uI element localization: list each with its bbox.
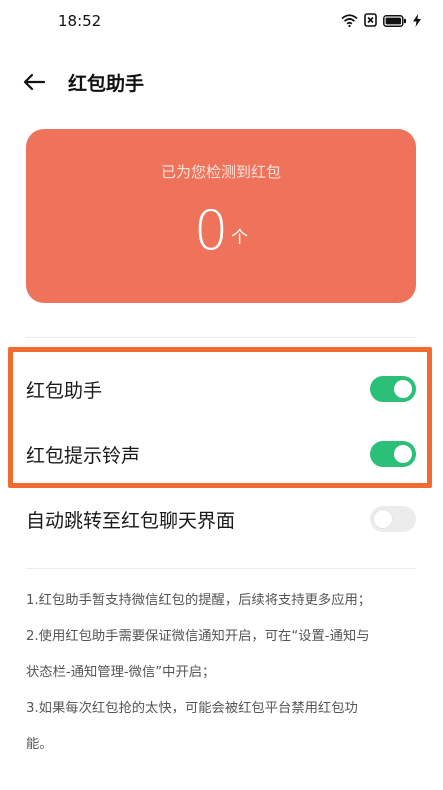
setting-row-auto-jump: 自动跳转至红包聊天界面 xyxy=(26,494,416,544)
divider xyxy=(26,568,416,569)
notes: 1.红包助手暂支持微信红包的提醒，后续将支持更多应用； 2.使用红包助手需要保证… xyxy=(26,586,418,760)
red-packet-count-card: 已为您检测到红包 0个 xyxy=(26,129,416,303)
setting-label: 红包助手 xyxy=(26,379,103,402)
charging-icon xyxy=(413,12,421,31)
battery-icon xyxy=(383,12,407,31)
note-line: 3.如果每次红包抢的太快，可能会被红包平台禁用红包功 xyxy=(26,701,358,716)
setting-row-notification-sound: 红包提示铃声 xyxy=(26,429,416,479)
count-unit: 个 xyxy=(231,228,249,248)
count-number: 0 xyxy=(193,199,230,262)
status-icons xyxy=(341,12,421,31)
app-bar: 红包助手 xyxy=(0,60,443,104)
setting-label: 自动跳转至红包聊天界面 xyxy=(26,509,236,532)
toggle-knob xyxy=(394,445,412,463)
auto-jump-toggle[interactable] xyxy=(370,506,416,532)
setting-row-red-packet-assistant: 红包助手 xyxy=(26,364,416,414)
note-line: 2.使用红包助手需要保证微信通知开启，可在“设置-通知与 xyxy=(26,629,370,644)
note-line: 状态栏-通知管理-微信”中开启； xyxy=(26,665,216,680)
no-sim-icon xyxy=(364,12,377,31)
page-title: 红包助手 xyxy=(68,73,145,95)
note-line: 1.红包助手暂支持微信红包的提醒，后续将支持更多应用； xyxy=(26,593,372,608)
status-bar: 18:52 xyxy=(0,0,443,44)
red-packet-assistant-toggle[interactable] xyxy=(370,376,416,402)
note-line: 能。 xyxy=(26,737,53,752)
toggle-knob xyxy=(394,380,412,398)
setting-label: 红包提示铃声 xyxy=(26,444,141,467)
back-button[interactable] xyxy=(18,66,50,98)
status-time: 18:52 xyxy=(58,12,102,30)
notification-sound-toggle[interactable] xyxy=(370,441,416,467)
card-subtitle: 已为您检测到红包 xyxy=(160,163,281,181)
divider xyxy=(26,337,416,338)
toggle-knob xyxy=(374,510,392,528)
wifi-icon xyxy=(341,12,358,31)
back-arrow-icon xyxy=(23,73,46,91)
card-count: 0个 xyxy=(26,199,416,262)
